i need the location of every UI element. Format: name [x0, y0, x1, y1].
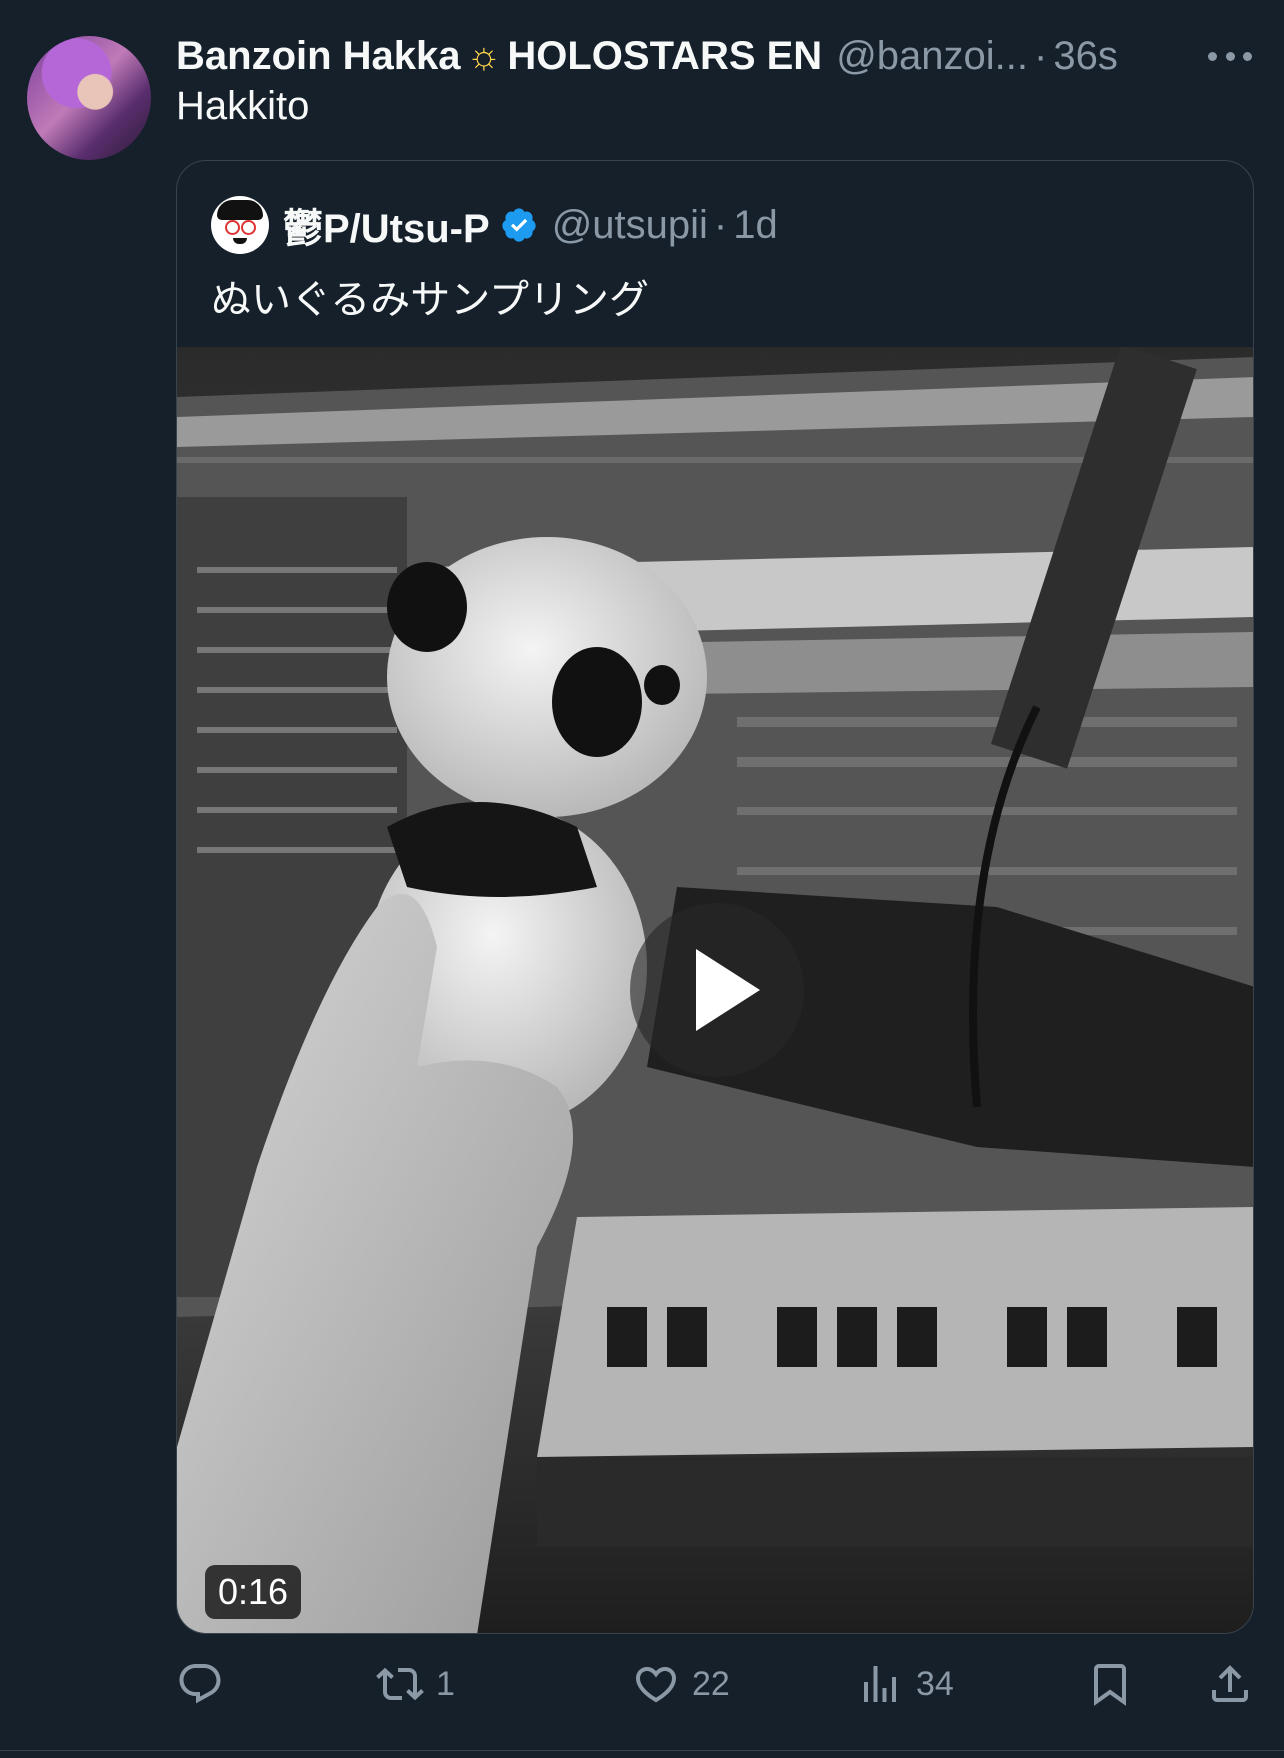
retweet-count: 1: [436, 1664, 455, 1703]
quote-author-name[interactable]: 鬱P/Utsu-P: [283, 196, 490, 254]
quote-header: 鬱P/Utsu-P @utsupii · 1d: [211, 196, 778, 254]
tweet[interactable]: Banzoin Hakka ☼ HOLOSTARS EN @banzoi... …: [0, 0, 1284, 1758]
views-count: 34: [916, 1664, 954, 1703]
bookmark-icon: [1094, 1664, 1126, 1706]
play-icon: [696, 949, 760, 1031]
more-dot: [1225, 51, 1235, 61]
tweet-header: Banzoin Hakka ☼ HOLOSTARS EN @banzoi... …: [176, 28, 1176, 84]
quote-author-handle[interactable]: @utsupii: [552, 203, 708, 248]
retweet-icon: [376, 1667, 424, 1701]
more-dot: [1208, 51, 1217, 61]
share-icon: [1212, 1665, 1248, 1702]
more-options-icon[interactable]: [1208, 34, 1252, 78]
share-button[interactable]: [1206, 1652, 1254, 1716]
separator-dot: ·: [713, 202, 728, 247]
views-button[interactable]: 34: [856, 1652, 954, 1716]
more-dot: [1243, 51, 1252, 61]
verified-badge-icon: [502, 208, 536, 242]
reply-icon: [179, 1664, 221, 1704]
tweet-timestamp[interactable]: 36s: [1053, 34, 1118, 79]
play-button[interactable]: [630, 903, 804, 1077]
quote-timestamp[interactable]: 1d: [733, 203, 778, 248]
quote-text: ぬいぐるみサンプリング: [211, 277, 649, 323]
separator-dot: ·: [1034, 33, 1048, 78]
action-bar: 1 22 34: [176, 1652, 1266, 1716]
bookmark-button[interactable]: [1086, 1652, 1134, 1716]
video-player[interactable]: 0:16: [177, 347, 1253, 1633]
quoted-tweet[interactable]: 鬱P/Utsu-P @utsupii · 1d ぬいぐるみサンプリング 0:16: [176, 160, 1254, 1634]
author-org[interactable]: HOLOSTARS EN: [507, 34, 822, 79]
author-name[interactable]: Banzoin Hakka: [176, 34, 461, 79]
video-duration: 0:16: [205, 1565, 302, 1619]
like-button[interactable]: 22: [632, 1652, 730, 1716]
heart-icon: [635, 1667, 677, 1703]
retweet-button[interactable]: 1: [376, 1652, 455, 1716]
sun-emoji-icon: ☼: [466, 35, 502, 77]
divider: [0, 1750, 1284, 1751]
author-handle[interactable]: @banzoi...: [836, 34, 1028, 79]
author-avatar[interactable]: [27, 36, 151, 160]
like-count: 22: [692, 1664, 730, 1703]
views-icon: [864, 1666, 896, 1702]
reply-button[interactable]: [176, 1652, 224, 1716]
quote-author-avatar[interactable]: [211, 196, 269, 254]
tweet-text: Hakkito: [176, 84, 310, 128]
